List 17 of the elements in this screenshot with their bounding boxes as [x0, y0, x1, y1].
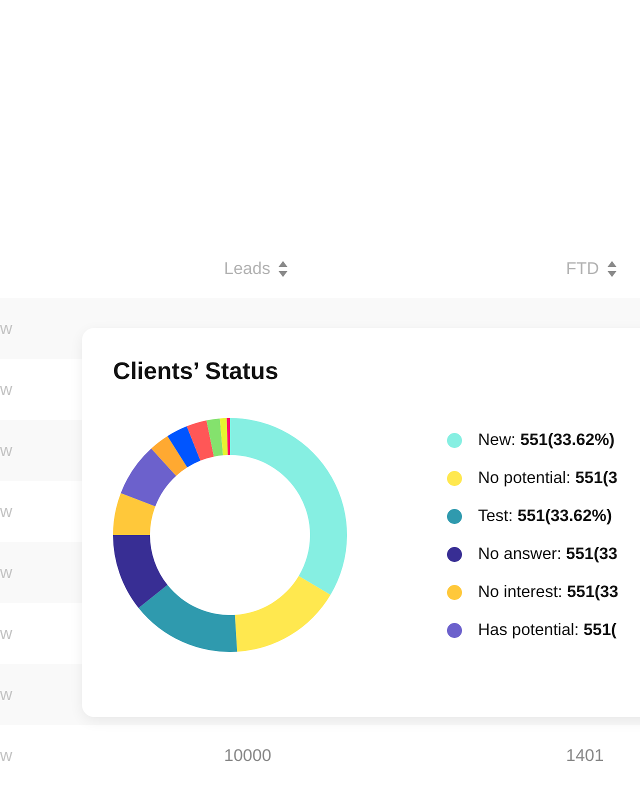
table-cell: 10000	[224, 746, 272, 764]
table-cell: w	[0, 746, 12, 764]
legend-label: Test: 551(33.62%)	[478, 506, 612, 526]
table-cell: w	[0, 502, 12, 520]
table-cell: w	[0, 624, 12, 642]
sort-icon[interactable]	[607, 260, 618, 278]
legend-label: Has potential: 551(	[478, 620, 617, 640]
column-header[interactable]: Leads	[224, 259, 270, 279]
sort-icon[interactable]	[278, 260, 288, 278]
legend-label: No potential: 551(3	[478, 468, 618, 488]
card-title: Clients’ Status	[113, 358, 278, 386]
legend-label: No answer: 551(33	[478, 544, 618, 564]
legend-label: No interest: 551(33	[478, 582, 618, 602]
table-cell: 1401	[566, 746, 604, 764]
legend-label: New: 551(33.62%)	[478, 430, 615, 450]
table-cell: w	[0, 380, 12, 398]
column-header[interactable]: FTD	[566, 259, 600, 279]
